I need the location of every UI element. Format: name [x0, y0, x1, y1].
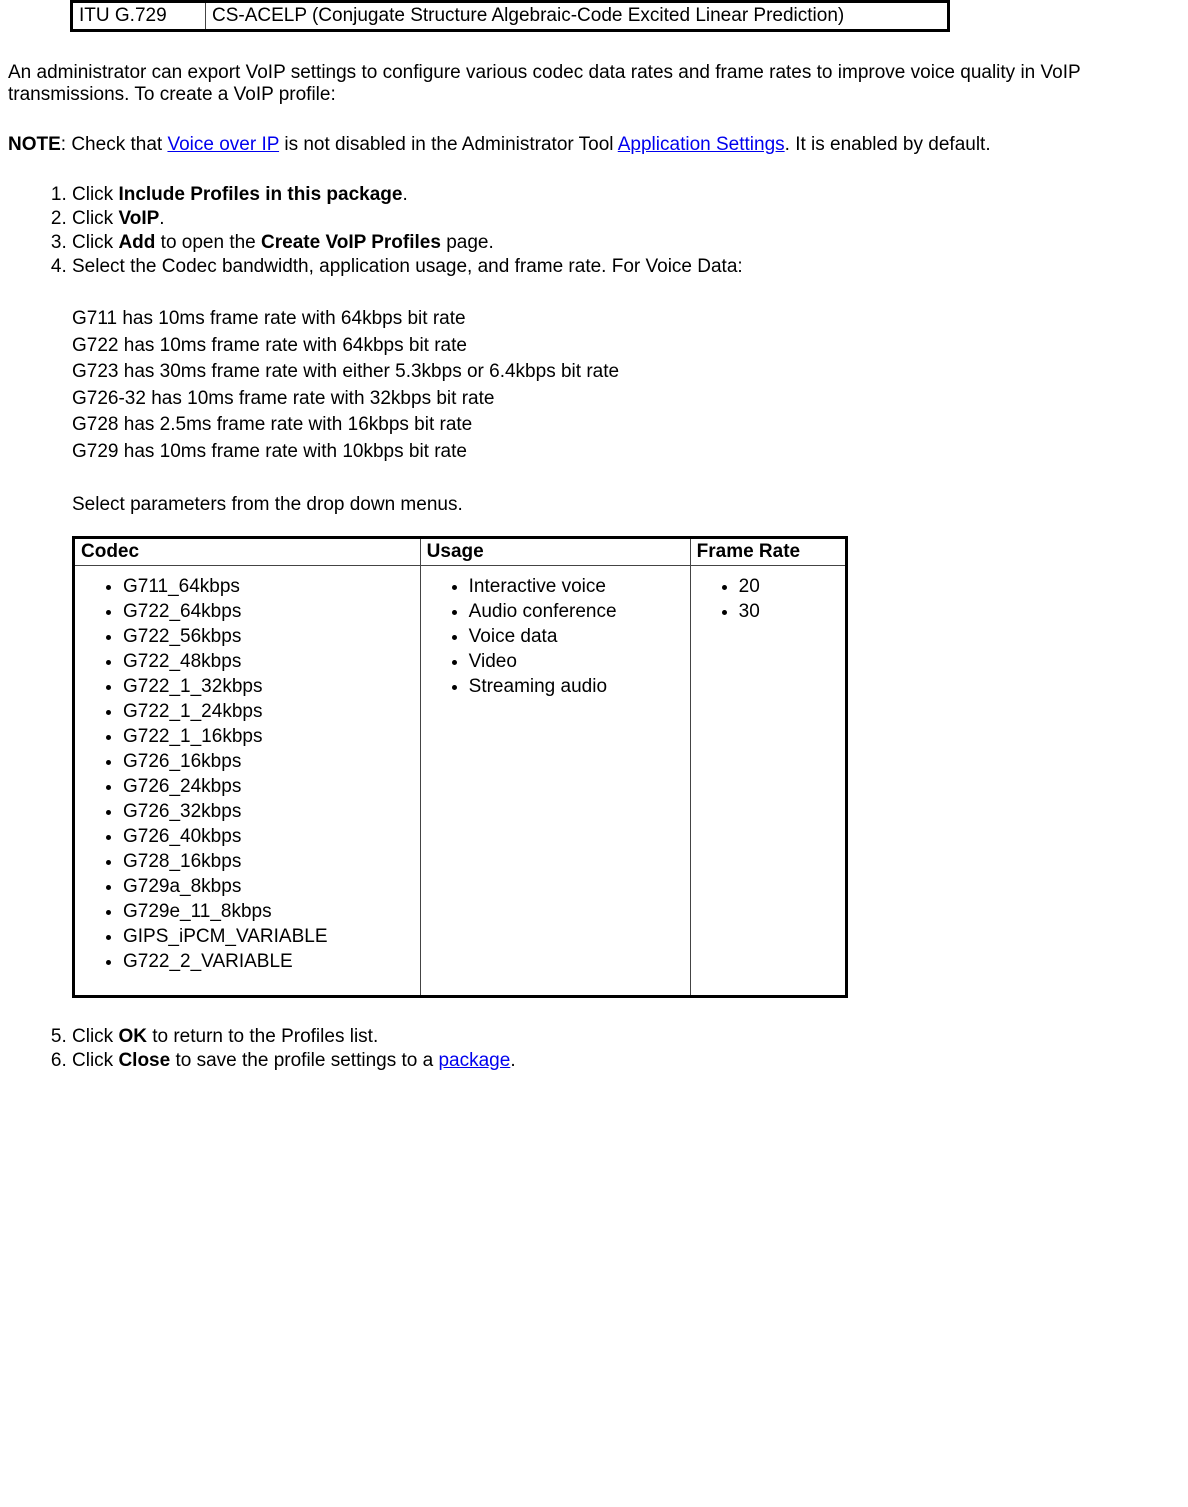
list-item: Audio conference	[469, 601, 684, 623]
codec-list: G711_64kbps G722_64kbps G722_56kbps G722…	[81, 576, 414, 973]
list-item: G728_16kbps	[123, 851, 414, 873]
step-5: Click OK to return to the Profiles list.	[72, 1026, 1188, 1048]
list-item: G722_1_16kbps	[123, 726, 414, 748]
step-4: Select the Codec bandwidth, application …	[72, 256, 1188, 998]
list-item: G722_48kbps	[123, 651, 414, 673]
list-item: G711_64kbps	[123, 576, 414, 598]
application-settings-link[interactable]: Application Settings	[618, 134, 785, 155]
list-item: G726_32kbps	[123, 801, 414, 823]
step-3: Click Add to open the Create VoIP Profil…	[72, 232, 1188, 254]
list-item: G722_56kbps	[123, 626, 414, 648]
codec-standard-table: ITU G.729 CS-ACELP (Conjugate Structure …	[70, 0, 950, 32]
package-link[interactable]: package	[438, 1050, 510, 1071]
list-item: Voice data	[469, 626, 684, 648]
note-label: NOTE	[8, 134, 61, 155]
list-item: 20	[739, 576, 839, 598]
step-1: Click Include Profiles in this package.	[72, 184, 1188, 206]
note-text-3: . It is enabled by default.	[785, 134, 991, 155]
voice-data-item: G722 has 10ms frame rate with 64kbps bit…	[72, 333, 1188, 360]
steps-list: Click Include Profiles in this package. …	[0, 184, 1188, 1072]
step-2: Click VoIP.	[72, 208, 1188, 230]
step-6: Click Close to save the profile settings…	[72, 1050, 1188, 1072]
list-item: G722_2_VARIABLE	[123, 951, 414, 973]
list-item: G722_1_24kbps	[123, 701, 414, 723]
voice-data-item: G711 has 10ms frame rate with 64kbps bit…	[72, 306, 1188, 333]
select-params-text: Select parameters from the drop down men…	[72, 494, 1188, 516]
voice-data-item: G729 has 10ms frame rate with 10kbps bit…	[72, 439, 1188, 466]
list-item: G726_40kbps	[123, 826, 414, 848]
voice-data-item: G728 has 2.5ms frame rate with 16kbps bi…	[72, 412, 1188, 439]
codec-standard-cell-name: ITU G.729	[72, 2, 206, 31]
list-item: G722_1_32kbps	[123, 676, 414, 698]
list-item: G722_64kbps	[123, 601, 414, 623]
note-text-1: : Check that	[61, 134, 168, 155]
list-item: G729e_11_8kbps	[123, 901, 414, 923]
list-item: Video	[469, 651, 684, 673]
voice-data-item: G726-32 has 10ms frame rate with 32kbps …	[72, 386, 1188, 413]
note-text-2: is not disabled in the Administrator Too…	[279, 134, 618, 155]
list-item: G726_24kbps	[123, 776, 414, 798]
intro-paragraph: An administrator can export VoIP setting…	[0, 62, 1188, 106]
voice-over-ip-link[interactable]: Voice over IP	[167, 134, 279, 155]
note-paragraph: NOTE: Check that Voice over IP is not di…	[0, 134, 1188, 156]
voice-data-list: G711 has 10ms frame rate with 64kbps bit…	[72, 306, 1188, 466]
list-item: G729a_8kbps	[123, 876, 414, 898]
list-item: GIPS_iPCM_VARIABLE	[123, 926, 414, 948]
usage-cell: Interactive voice Audio conference Voice…	[420, 565, 690, 996]
codec-cell: G711_64kbps G722_64kbps G722_56kbps G722…	[74, 565, 421, 996]
codec-header: Codec	[74, 537, 421, 565]
list-item: G726_16kbps	[123, 751, 414, 773]
framerate-cell: 20 30	[690, 565, 846, 996]
voice-data-item: G723 has 30ms frame rate with either 5.3…	[72, 359, 1188, 386]
usage-list: Interactive voice Audio conference Voice…	[427, 576, 684, 698]
usage-header: Usage	[420, 537, 690, 565]
list-item: Streaming audio	[469, 676, 684, 698]
list-item: 30	[739, 601, 839, 623]
codec-standard-cell-desc: CS-ACELP (Conjugate Structure Algebraic-…	[206, 2, 949, 31]
parameters-table: Codec Usage Frame Rate G711_64kbps G722_…	[72, 536, 848, 998]
framerate-list: 20 30	[697, 576, 839, 623]
framerate-header: Frame Rate	[690, 537, 846, 565]
list-item: Interactive voice	[469, 576, 684, 598]
